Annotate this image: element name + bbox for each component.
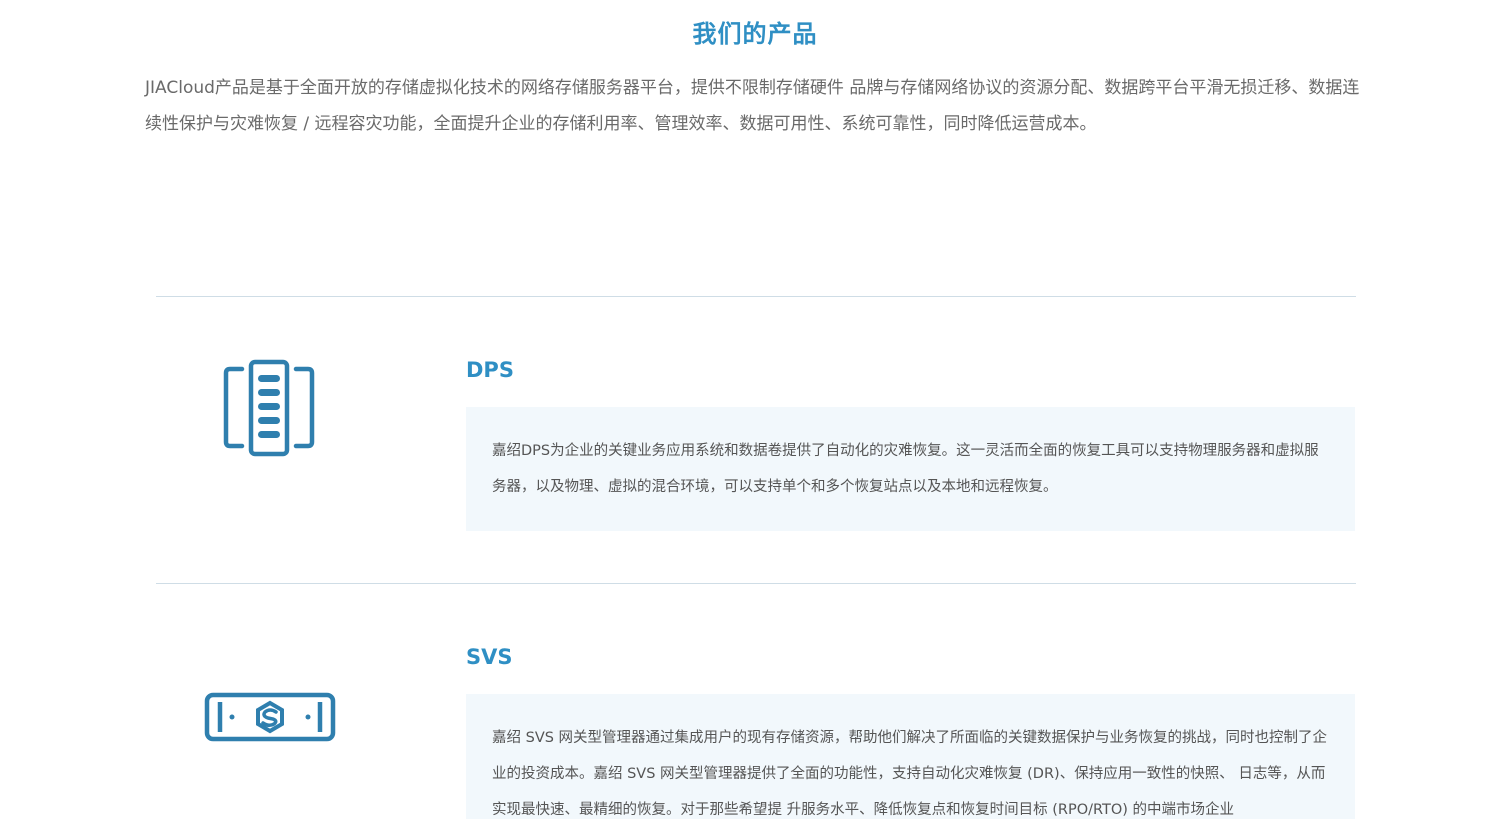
section-intro: JIACloud产品是基于全面开放的存储虚拟化技术的网络存储服务器平台，提供不限… xyxy=(145,78,1360,134)
divider xyxy=(156,583,1356,584)
product-description-dps: 嘉绍DPS为企业的关键业务应用系统和数据卷提供了自动化的灾难恢复。这一灵活而全面… xyxy=(466,407,1355,531)
gateway-appliance-icon xyxy=(204,692,336,742)
product-description-text: 嘉绍 SVS 网关型管理器通过集成用户的现有存储资源，帮助他们解决了所面临的关键… xyxy=(492,730,1328,818)
product-name-dps: DPS xyxy=(466,358,514,382)
product-description-svs: 嘉绍 SVS 网关型管理器通过集成用户的现有存储资源，帮助他们解决了所面临的关键… xyxy=(466,694,1355,819)
server-rack-icon xyxy=(222,358,316,458)
divider xyxy=(156,296,1356,297)
product-name-svs: SVS xyxy=(466,645,513,669)
product-description-text: 嘉绍DPS为企业的关键业务应用系统和数据卷提供了自动化的灾难恢复。这一灵活而全面… xyxy=(492,443,1319,495)
section-title: 我们的产品 xyxy=(692,20,818,48)
products-page: 我们的产品 JIACloud产品是基于全面开放的存储虚拟化技术的网络存储服务器平… xyxy=(0,0,1510,819)
